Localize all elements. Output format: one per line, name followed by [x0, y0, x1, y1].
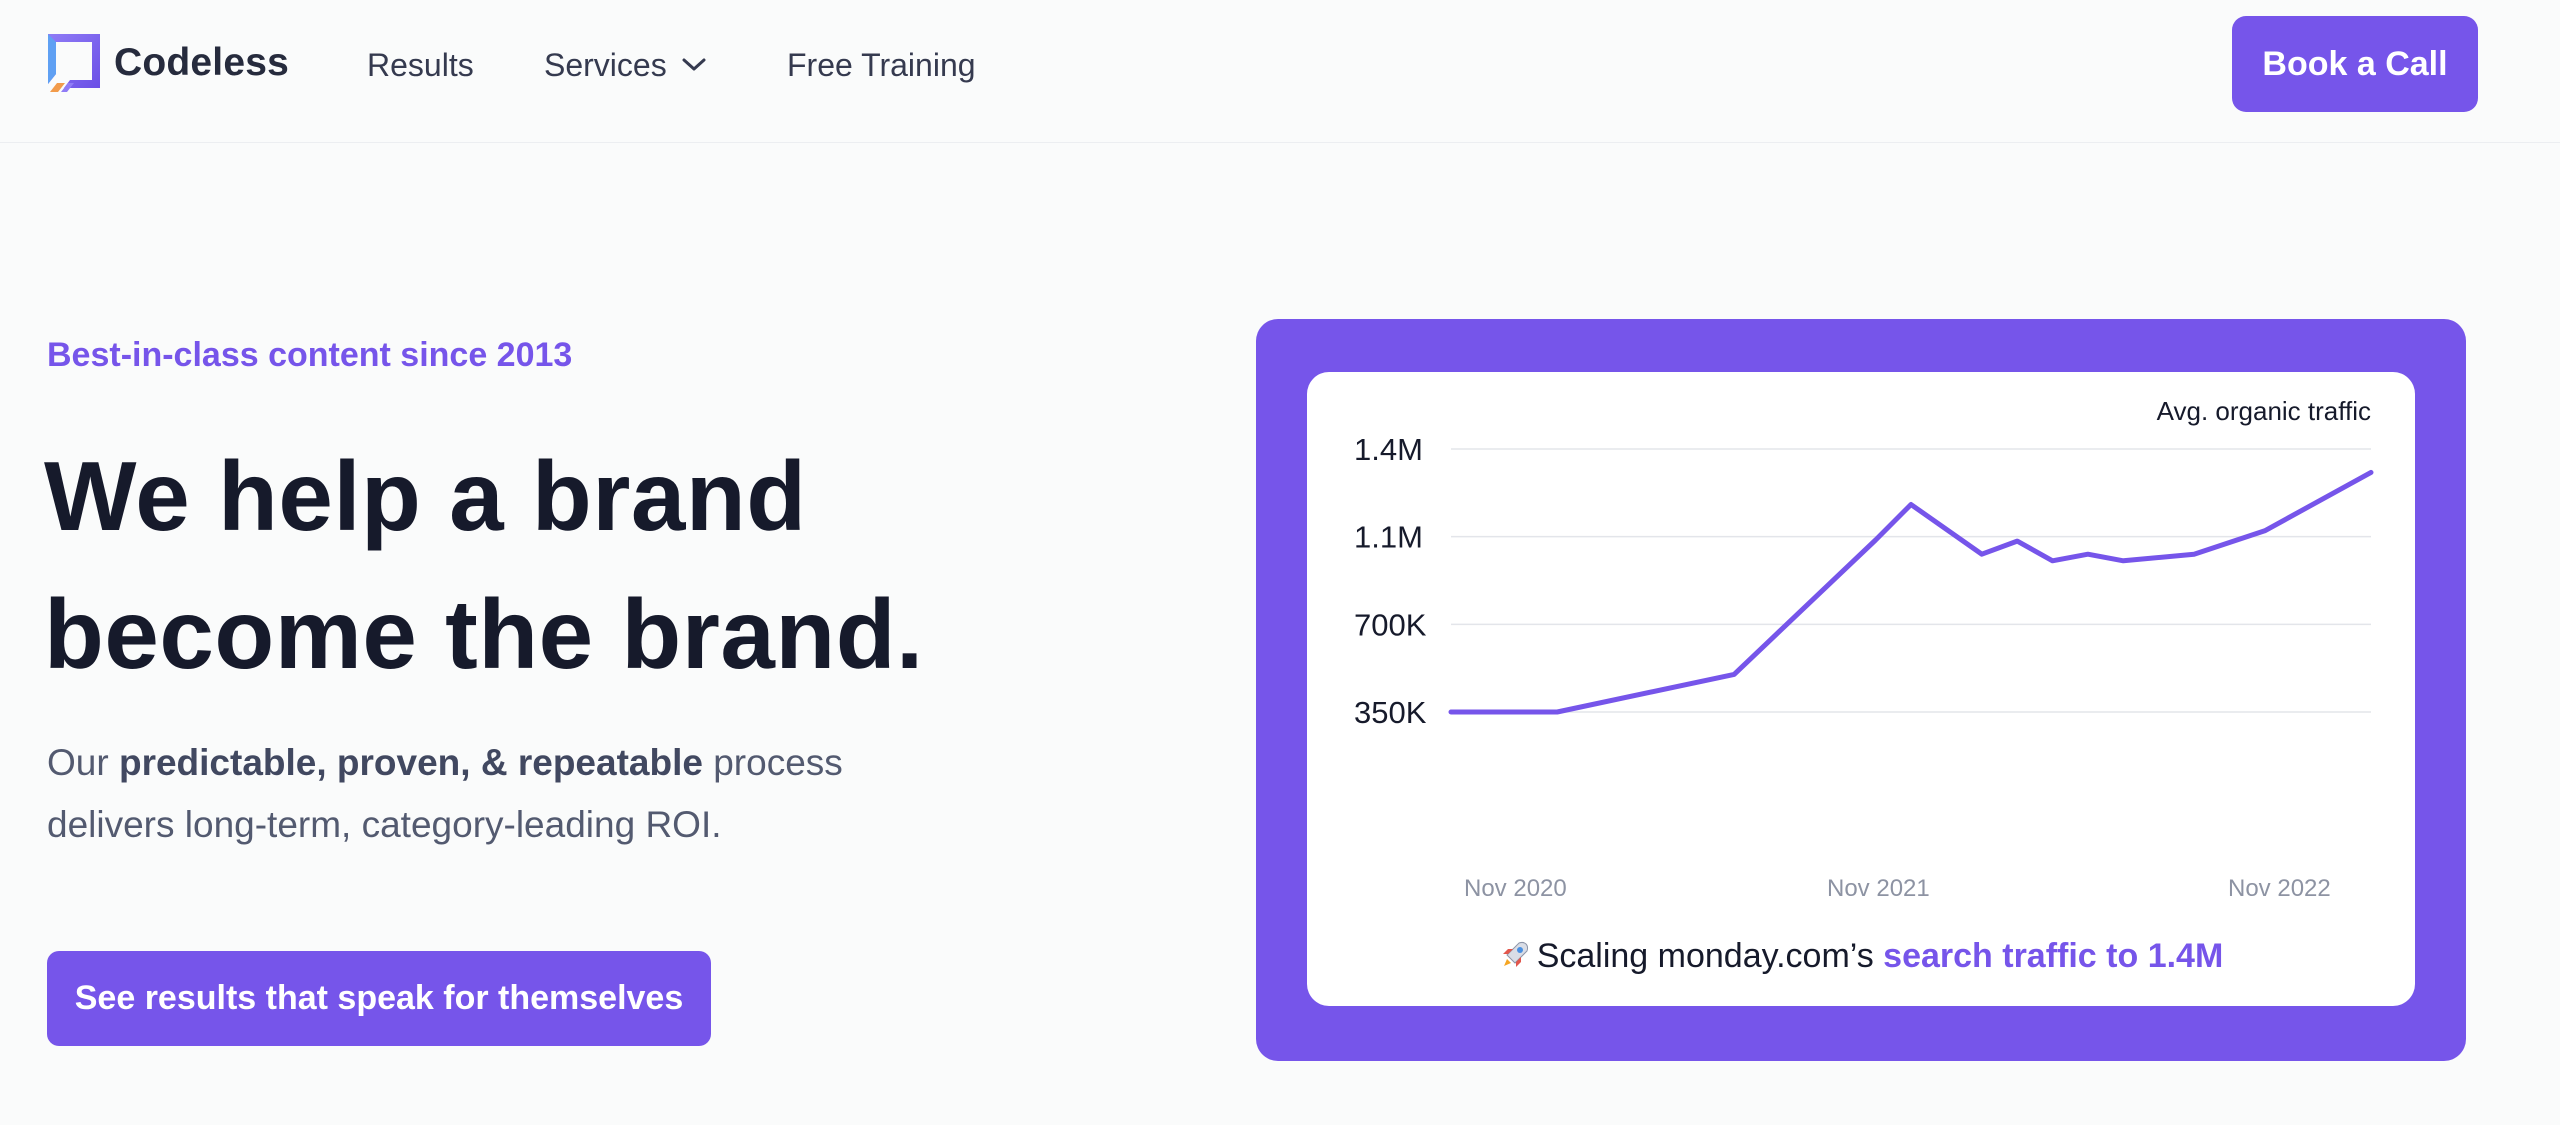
chart-series-line — [1448, 469, 2374, 715]
chevron-down-icon — [682, 58, 706, 71]
hero-eyebrow: Best-in-class content since 2013 — [47, 336, 573, 374]
top-navigation-bar: Codeless Results Services Free Training … — [0, 0, 2560, 143]
chart-caption-prefix: Scaling monday.com’s — [1536, 937, 1884, 975]
hero-headline-line-2: become the brand. — [44, 579, 924, 689]
chart-x-tick-label: Nov 2021 — [1827, 875, 1930, 902]
nav-link-results[interactable]: Results — [367, 44, 474, 86]
chart-x-tick-label: Nov 2020 — [1464, 875, 1567, 902]
codeless-logo-icon — [48, 34, 100, 92]
results-chart-frame: 350K 700K 1.1M 1.4M Avg. organic traffic Nov … — [1256, 319, 2466, 1061]
hero-sub-bold: predictable, proven, & repeatable — [118, 742, 703, 783]
nav-link-free-training-label: Free Training — [787, 46, 976, 83]
organic-traffic-line-chart: 350K 700K 1.1M 1.4M Avg. organic traffic Nov … — [1354, 396, 2374, 902]
nav-dropdown-services-label: Services — [544, 46, 667, 83]
chart-caption: Scaling monday.com’s search traffic to 1… — [1307, 937, 2415, 976]
chart-x-tick-label: Nov 2022 — [2228, 875, 2331, 902]
chart-y-tick-label: 700K — [1354, 607, 1427, 642]
chart-y-tick-label: 1.4M — [1354, 432, 1423, 467]
see-results-button[interactable]: See results that speak for themselves — [47, 951, 711, 1046]
hero-sub-line-2: delivers long-term, category-leading ROI… — [47, 804, 722, 845]
chart-y-tick-label: 1.1M — [1354, 520, 1423, 555]
chart-y-tick-label: 350K — [1354, 695, 1427, 730]
chart-legend-label: Avg. organic traffic — [2157, 396, 2371, 426]
book-a-call-button[interactable]: Book a Call — [2232, 16, 2478, 112]
hero-headline-line-1: We help a brand — [44, 441, 807, 551]
chart-caption-highlight: search traffic to 1.4M — [1883, 937, 2224, 975]
nav-dropdown-services[interactable]: Services — [544, 44, 707, 86]
hero-sub-lead: Our — [47, 742, 119, 783]
nav-link-free-training[interactable]: Free Training — [787, 44, 976, 86]
rocket-icon — [1502, 942, 1528, 967]
brand-logo-link[interactable]: Codeless — [44, 34, 289, 92]
brand-name: Codeless — [114, 41, 290, 84]
hero-sub-tail: process — [702, 742, 843, 783]
hero-subheadline: Our predictable, proven, & repeatable pr… — [47, 732, 1147, 856]
results-chart-card: 350K 700K 1.1M 1.4M Avg. organic traffic Nov … — [1307, 372, 2415, 1006]
hero-headline: We help a brand become the brand. — [44, 427, 1144, 703]
nav-link-results-label: Results — [367, 46, 474, 83]
